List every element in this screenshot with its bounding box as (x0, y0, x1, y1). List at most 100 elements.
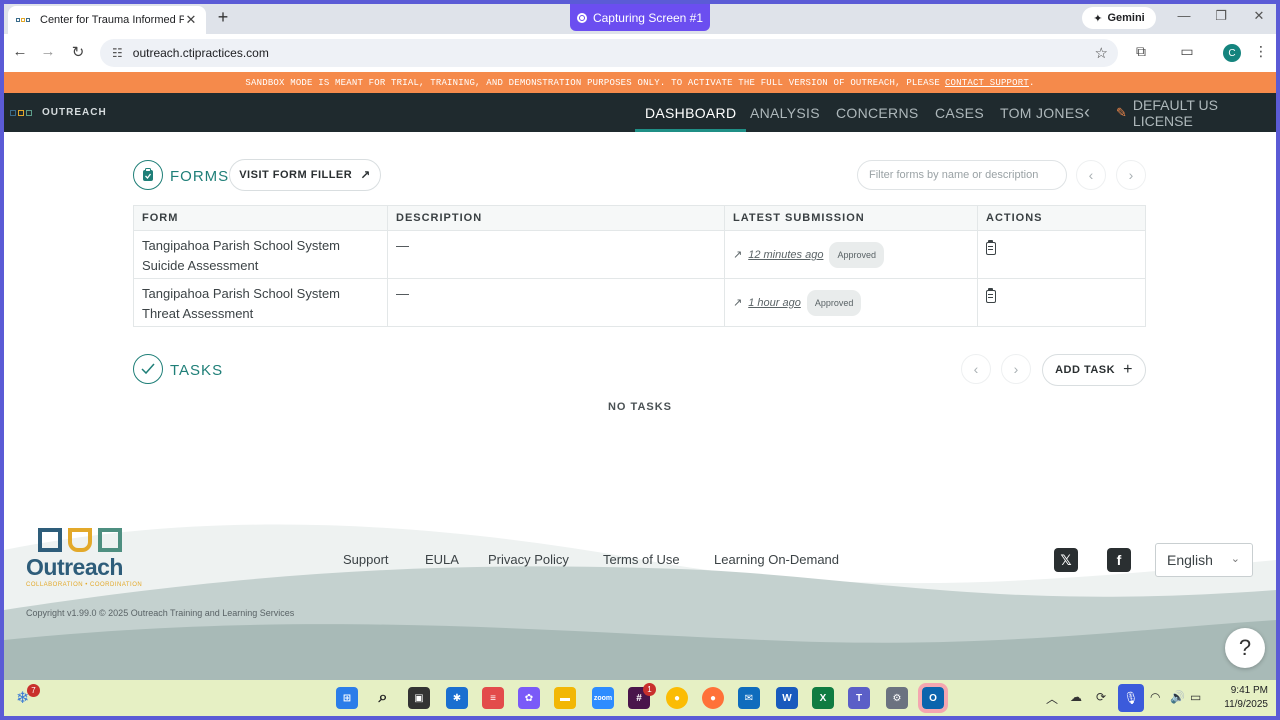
forms-filter-input[interactable]: Filter forms by name or description (857, 160, 1067, 190)
app-icon-blue[interactable]: ✱ (446, 687, 468, 709)
column-form: FORM (133, 205, 388, 231)
profile-avatar[interactable]: C (1223, 44, 1241, 62)
form-name-line1: Tangipahoa Parish School System (142, 238, 341, 253)
table-row[interactable]: Tangipahoa Parish School System Suicide … (133, 230, 1146, 279)
close-tab-icon[interactable]: ✕ (184, 12, 198, 28)
task-view-icon[interactable]: ▣ (408, 687, 430, 709)
forms-prev-icon[interactable]: ‹ (1076, 160, 1106, 190)
gemini-label: Gemini (1107, 12, 1145, 24)
submission-link[interactable]: 12 minutes ago (748, 245, 823, 265)
capture-label: Capturing Screen #1 (592, 10, 704, 25)
footer-link-terms[interactable]: Terms of Use (603, 552, 680, 567)
form-description: — (387, 230, 725, 279)
clock[interactable]: 9:41 PM 11/9/2025 (1210, 684, 1268, 712)
table-row[interactable]: Tangipahoa Parish School System Threat A… (133, 278, 1146, 327)
form-name-line2: Threat Assessment (142, 306, 254, 321)
table-header: FORM DESCRIPTION LATEST SUBMISSION ACTIO… (133, 205, 1146, 231)
form-name[interactable]: Tangipahoa Parish School System Threat A… (133, 278, 388, 327)
collapse-chevron-icon[interactable]: ‹ (1084, 93, 1090, 132)
footer-logo[interactable]: Outreach COLLABORATION • COORDINATION (26, 528, 142, 588)
language-value: English (1167, 552, 1213, 568)
add-task-label: ADD TASK (1055, 364, 1116, 376)
nav-concerns[interactable]: CONCERNS (836, 93, 919, 132)
firefox-icon[interactable]: ● (702, 687, 724, 709)
excel-icon[interactable]: X (812, 687, 834, 709)
brand-name: OUTREACH (42, 107, 107, 118)
wifi-icon[interactable]: ◠ (1150, 690, 1160, 704)
windows-start-icon[interactable]: ⊞ (336, 687, 358, 709)
footer-link-eula[interactable]: EULA (425, 552, 459, 567)
back-icon[interactable]: ← (10, 43, 30, 60)
footer-link-support[interactable]: Support (343, 552, 389, 567)
cast-icon[interactable]: ▭ (1176, 43, 1198, 60)
chrome-icon[interactable]: ● (666, 687, 688, 709)
language-select[interactable]: English ⌄ (1155, 543, 1253, 577)
help-button[interactable]: ? (1225, 628, 1265, 668)
mail-icon[interactable]: ✉ (738, 687, 760, 709)
minimize-icon[interactable]: — (1169, 8, 1199, 23)
logo-tagline: COLLABORATION • COORDINATION (26, 582, 143, 588)
license-label: DEFAULT US LICENSE (1132, 96, 1218, 129)
new-tab-button[interactable]: + (212, 7, 234, 28)
outlook-icon[interactable]: O (918, 683, 948, 713)
nav-analysis[interactable]: ANALYSIS (750, 93, 820, 132)
tray-chevron-up-icon[interactable]: ︿ (1046, 690, 1058, 707)
brand[interactable]: OUTREACH (10, 93, 107, 132)
microphone-icon[interactable]: 🎙 (1118, 684, 1144, 712)
reload-icon[interactable]: ↻ (68, 43, 88, 61)
form-name-line1: Tangipahoa Parish School System (142, 286, 341, 301)
nav-user[interactable]: TOM JONES (1000, 93, 1084, 132)
address-bar[interactable]: ☷ outreach.ctipractices.com ☆ (100, 39, 1118, 67)
word-icon[interactable]: W (776, 687, 798, 709)
footer-wave (4, 524, 1276, 680)
plus-icon: + (1123, 361, 1133, 378)
tasks-next-icon[interactable]: › (1001, 354, 1031, 384)
app-header: OUTREACH DASHBOARD ANALYSIS CONCERNS CAS… (4, 93, 1276, 132)
forward-icon[interactable]: → (38, 43, 58, 60)
restore-icon[interactable]: ❐ (1206, 8, 1236, 24)
x-twitter-icon[interactable]: 𝕏 (1054, 548, 1078, 572)
forms-next-icon[interactable]: › (1116, 160, 1146, 190)
visit-form-filler-button[interactable]: VISIT FORM FILLER ↗ (229, 159, 381, 191)
site-info-icon[interactable]: ☷ (112, 46, 123, 60)
clipboard-icon[interactable] (986, 288, 996, 303)
close-window-icon[interactable]: ✕ (1244, 8, 1274, 24)
teams-icon[interactable]: T (848, 687, 870, 709)
browser-tab[interactable]: Center for Trauma Informed Pra ✕ (8, 6, 206, 34)
status-badge: Approved (829, 242, 884, 268)
settings-gear-icon[interactable]: ⚙ (886, 687, 908, 709)
external-link-icon: ↗ (733, 249, 743, 261)
bookmark-star-icon[interactable]: ☆ (1095, 44, 1108, 62)
onedrive-cloud-icon[interactable]: ☁ (1070, 690, 1082, 704)
copilot-icon[interactable]: ✿ (518, 687, 540, 709)
form-name[interactable]: Tangipahoa Parish School System Suicide … (133, 230, 388, 279)
battery-icon[interactable]: ▭ (1190, 690, 1201, 704)
forms-clipboard-icon (133, 160, 163, 190)
nav-dashboard[interactable]: DASHBOARD (634, 93, 747, 132)
volume-icon[interactable]: 🔊 (1170, 690, 1185, 704)
app-icon-red[interactable]: ≡ (482, 687, 504, 709)
menu-icon[interactable]: ⋮ (1250, 43, 1272, 60)
contact-support-link[interactable]: CONTACT SUPPORT (945, 78, 1029, 88)
pencil-icon: ✎ (1116, 104, 1127, 120)
gemini-button[interactable]: ✦ Gemini (1082, 7, 1156, 29)
search-icon[interactable]: ⌕ (372, 687, 394, 709)
nav-cases[interactable]: CASES (935, 93, 984, 132)
footer-link-privacy[interactable]: Privacy Policy (488, 552, 569, 567)
capture-indicator[interactable]: Capturing Screen #1 (570, 4, 710, 31)
url-text: outreach.ctipractices.com (132, 46, 269, 60)
sync-icon[interactable]: ⟳ (1096, 690, 1106, 704)
footer-link-learning[interactable]: Learning On-Demand (714, 552, 839, 567)
sandbox-suffix: . (1028, 77, 1035, 88)
license-selector[interactable]: ✎ DEFAULT US LICENSE (1116, 93, 1276, 132)
tasks-prev-icon[interactable]: ‹ (961, 354, 991, 384)
file-explorer-icon[interactable]: ▬ (554, 687, 576, 709)
submission-link[interactable]: 1 hour ago (748, 293, 801, 313)
clipboard-icon[interactable] (986, 240, 996, 255)
add-task-button[interactable]: ADD TASK + (1042, 354, 1146, 386)
facebook-icon[interactable]: f (1107, 548, 1131, 572)
zoom-icon[interactable]: zoom (592, 687, 614, 709)
clock-time: 9:41 PM (1230, 685, 1268, 696)
clock-date: 11/9/2025 (1224, 699, 1268, 710)
extensions-icon[interactable]: ⧉ (1130, 43, 1152, 60)
